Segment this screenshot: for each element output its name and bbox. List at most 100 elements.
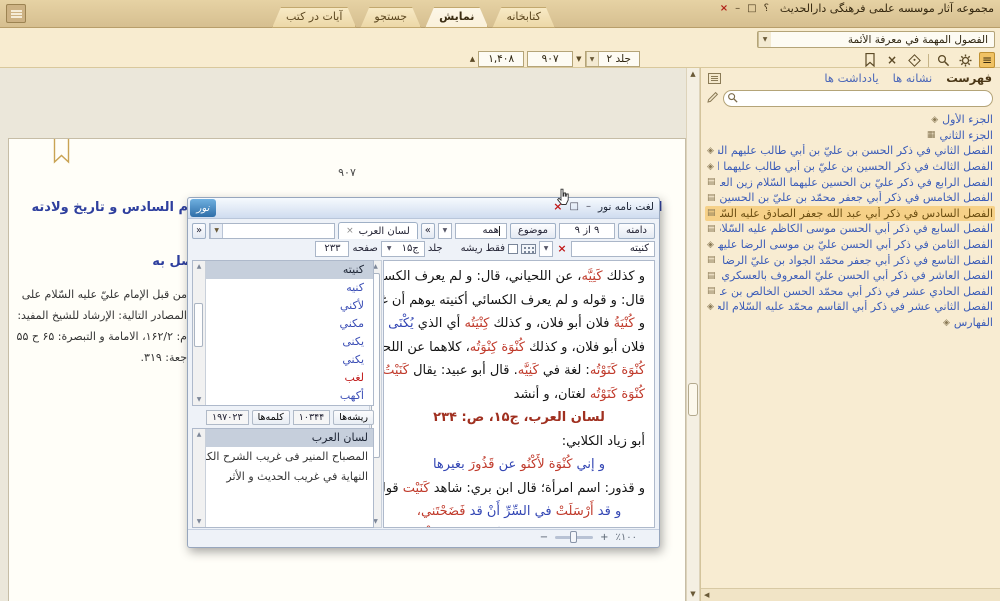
keyboard-icon[interactable] bbox=[521, 244, 536, 254]
tab-library[interactable]: کتابخانه bbox=[492, 7, 554, 28]
book-icon: ◈ bbox=[707, 162, 714, 172]
dictionary-word[interactable]: لغب bbox=[206, 369, 373, 387]
index-list-icon[interactable]: ≡ bbox=[979, 52, 995, 68]
toc-item[interactable]: الفصل الحادي عشر في ذكر أبي محمّد الحسن … bbox=[705, 284, 995, 300]
scroll-down-icon[interactable]: ▼ bbox=[193, 396, 205, 403]
subject-input[interactable]: همه bbox=[455, 223, 507, 239]
book-selector-combobox[interactable]: الفصول المهمة في معرفة الأئمة ▼ bbox=[757, 31, 995, 48]
dialog-titlebar[interactable]: نور × □ – لغت نامه نور bbox=[188, 198, 659, 219]
page-total-field[interactable]: ۱,۴۰۸ bbox=[478, 51, 524, 67]
toc-item[interactable]: الفصل الرابع في ذكر عليّ بن الحسين عليهم… bbox=[705, 174, 995, 190]
toc-item[interactable]: الفصل الخامس في ذكر أبي جعفر محمّد بن عل… bbox=[705, 190, 995, 206]
minimize-button[interactable]: – bbox=[735, 3, 740, 15]
menu-hamburger-icon[interactable] bbox=[6, 4, 26, 23]
scroll-up-icon[interactable]: ▲ bbox=[193, 263, 205, 270]
remove-icon[interactable]: × bbox=[884, 52, 900, 68]
toc-item[interactable]: الفصل السادس في ذكر أبي عبد الله جعفر ال… bbox=[705, 206, 995, 222]
page-icon: ▤ bbox=[707, 193, 716, 203]
page-up-spinner[interactable]: ▲ bbox=[470, 55, 475, 63]
tab-search[interactable]: جستجو bbox=[360, 7, 421, 28]
zoom-control: − + ٪۱۰۰ bbox=[540, 532, 637, 543]
root-only-checkbox[interactable] bbox=[508, 244, 518, 254]
sidebar-search-input[interactable] bbox=[723, 90, 993, 107]
zoom-out-button[interactable]: − bbox=[540, 532, 548, 543]
dictionary-tab[interactable]: لسان العرب × bbox=[338, 222, 418, 239]
toc-item[interactable]: الفصل الثاني عشر في ذكر أبي القاسم محمّد… bbox=[705, 299, 995, 315]
tab-scroll-left-button[interactable]: « bbox=[192, 223, 206, 239]
dialog-maximize-button[interactable]: □ bbox=[570, 201, 579, 213]
toc-item[interactable]: الجزء الثاني ▦ bbox=[705, 128, 995, 144]
chevron-down-icon[interactable]: ▼ bbox=[758, 32, 771, 47]
toc-item[interactable]: الفصل السابع في ذكر أبي الحسن موسى الكاظ… bbox=[705, 221, 995, 237]
dictionary-word[interactable]: لأكني bbox=[206, 297, 373, 315]
scroll-up-icon[interactable]: ▲ bbox=[687, 70, 699, 78]
tab-scroll-right-button[interactable]: » bbox=[421, 223, 435, 239]
help-button[interactable]: ؟ bbox=[764, 3, 769, 15]
page-bookmark-ribbon-icon[interactable] bbox=[53, 138, 70, 167]
zoom-slider-thumb[interactable] bbox=[570, 531, 577, 543]
tab-view[interactable]: نمایش bbox=[425, 7, 488, 28]
scroll-down-icon[interactable]: ▼ bbox=[687, 590, 699, 598]
chevron-down-icon[interactable]: ▼ bbox=[210, 224, 223, 238]
pencil-icon[interactable] bbox=[707, 91, 719, 106]
scroll-left-icon[interactable]: ◀ bbox=[704, 591, 709, 599]
source-item[interactable]: المصباح المنير فى غريب الشرح الكبير للرا… bbox=[206, 447, 373, 467]
sidebar-tab-index[interactable]: فهرست bbox=[946, 71, 992, 85]
bookmark-icon[interactable] bbox=[862, 52, 878, 68]
source-item[interactable]: النهاية في غريب الحديث و الأثر bbox=[206, 467, 373, 487]
dictionary-word[interactable]: كنيه bbox=[206, 279, 373, 297]
dictionary-word[interactable]: يكنى bbox=[206, 333, 373, 351]
chevron-down-icon[interactable]: ▼ bbox=[438, 223, 452, 239]
dictionary-word[interactable]: يكني bbox=[206, 351, 373, 369]
toc-item[interactable]: الفصل الثامن في ذكر أبي الحسن عليّ بن مو… bbox=[705, 237, 995, 253]
word-list-scrollbar[interactable]: ▲ ▼ bbox=[193, 261, 206, 405]
clear-search-icon[interactable]: × bbox=[556, 242, 568, 255]
toc-item[interactable]: الفصل الثاني في ذكر الحسن بن عليّ بن أبي… bbox=[705, 143, 995, 159]
maximize-button[interactable]: □ bbox=[747, 3, 756, 15]
subject-button[interactable]: موضوع bbox=[510, 223, 556, 239]
document-scrollbar[interactable]: ▲ ▼ bbox=[686, 68, 700, 601]
zoom-in-button[interactable]: + bbox=[600, 532, 608, 543]
close-button[interactable]: × bbox=[720, 3, 728, 15]
toc-item[interactable]: الجزء الأول ◈ bbox=[705, 112, 995, 128]
scroll-up-icon[interactable]: ▲ bbox=[193, 431, 205, 438]
sidebar-pin-icon[interactable] bbox=[708, 73, 721, 84]
toc-item[interactable]: الفصل التاسع في ذكر أبي جعفر محمّد الجوا… bbox=[705, 252, 995, 268]
tab-close-icon[interactable]: × bbox=[346, 226, 354, 236]
search-icon[interactable] bbox=[935, 52, 951, 68]
dictionary-combobox[interactable]: ▼ bbox=[209, 223, 335, 239]
scrollbar-thumb[interactable] bbox=[194, 303, 203, 347]
tab-verses-in-books[interactable]: آیات در کتب bbox=[272, 7, 356, 28]
sidebar-tab-notes[interactable]: یادداشت ها bbox=[824, 71, 878, 85]
volume-selector[interactable]: جلد ۲ ▼ bbox=[585, 51, 640, 67]
settings-gear-icon[interactable] bbox=[957, 52, 973, 68]
dictionary-tab-label: لسان العرب bbox=[359, 226, 410, 237]
dictionary-word[interactable]: أكهب bbox=[206, 387, 373, 405]
chevron-down-icon[interactable]: ▼ bbox=[539, 241, 553, 257]
sidebar-horizontal-scrollbar[interactable]: ◀ bbox=[701, 588, 1000, 601]
chevron-down-icon[interactable]: ▼ bbox=[586, 52, 599, 66]
dictionary-word[interactable]: كنيته bbox=[206, 261, 373, 279]
word-search-input[interactable]: كنيته bbox=[571, 241, 655, 257]
sources-scrollbar[interactable]: ▲ ▼ bbox=[193, 429, 206, 527]
roots-button[interactable]: ریشه‌ها bbox=[333, 410, 374, 425]
entry-line: فلان أبو فلان، و كذلك كُنْوَة كِنْوَتُه،… bbox=[393, 336, 645, 360]
scrollbar-thumb[interactable] bbox=[688, 383, 698, 416]
dialog-page-field[interactable]: ۲۳۳ bbox=[315, 241, 349, 257]
dictionary-word[interactable]: مكني bbox=[206, 315, 373, 333]
toc-item[interactable]: الفصل العاشر في ذكر أبي الحسن عليّ المعر… bbox=[705, 268, 995, 284]
page-current-field[interactable]: ۹۰۷ bbox=[527, 51, 573, 67]
tag-icon[interactable] bbox=[906, 52, 922, 68]
scroll-down-icon[interactable]: ▼ bbox=[193, 518, 205, 525]
words-button[interactable]: كلمه‌ها bbox=[252, 410, 290, 425]
dialog-minimize-button[interactable]: – bbox=[586, 201, 591, 213]
sidebar-tab-bookmarks[interactable]: نشانه ها bbox=[893, 71, 933, 85]
toc-item[interactable]: الفصل الثالث في ذكر الحسين بن عليّ بن أب… bbox=[705, 159, 995, 175]
page-down-spinner[interactable]: ▼ bbox=[576, 55, 581, 63]
dialog-volume-selector[interactable]: ج۱۵▼ bbox=[381, 241, 425, 257]
zoom-slider[interactable] bbox=[555, 536, 593, 539]
toc-item[interactable]: الفهارس ◈ bbox=[705, 315, 995, 331]
source-item[interactable]: لسان العرب bbox=[206, 429, 373, 447]
scope-button[interactable]: دامنه bbox=[618, 223, 655, 239]
openbook-icon: ▦ bbox=[927, 130, 936, 140]
